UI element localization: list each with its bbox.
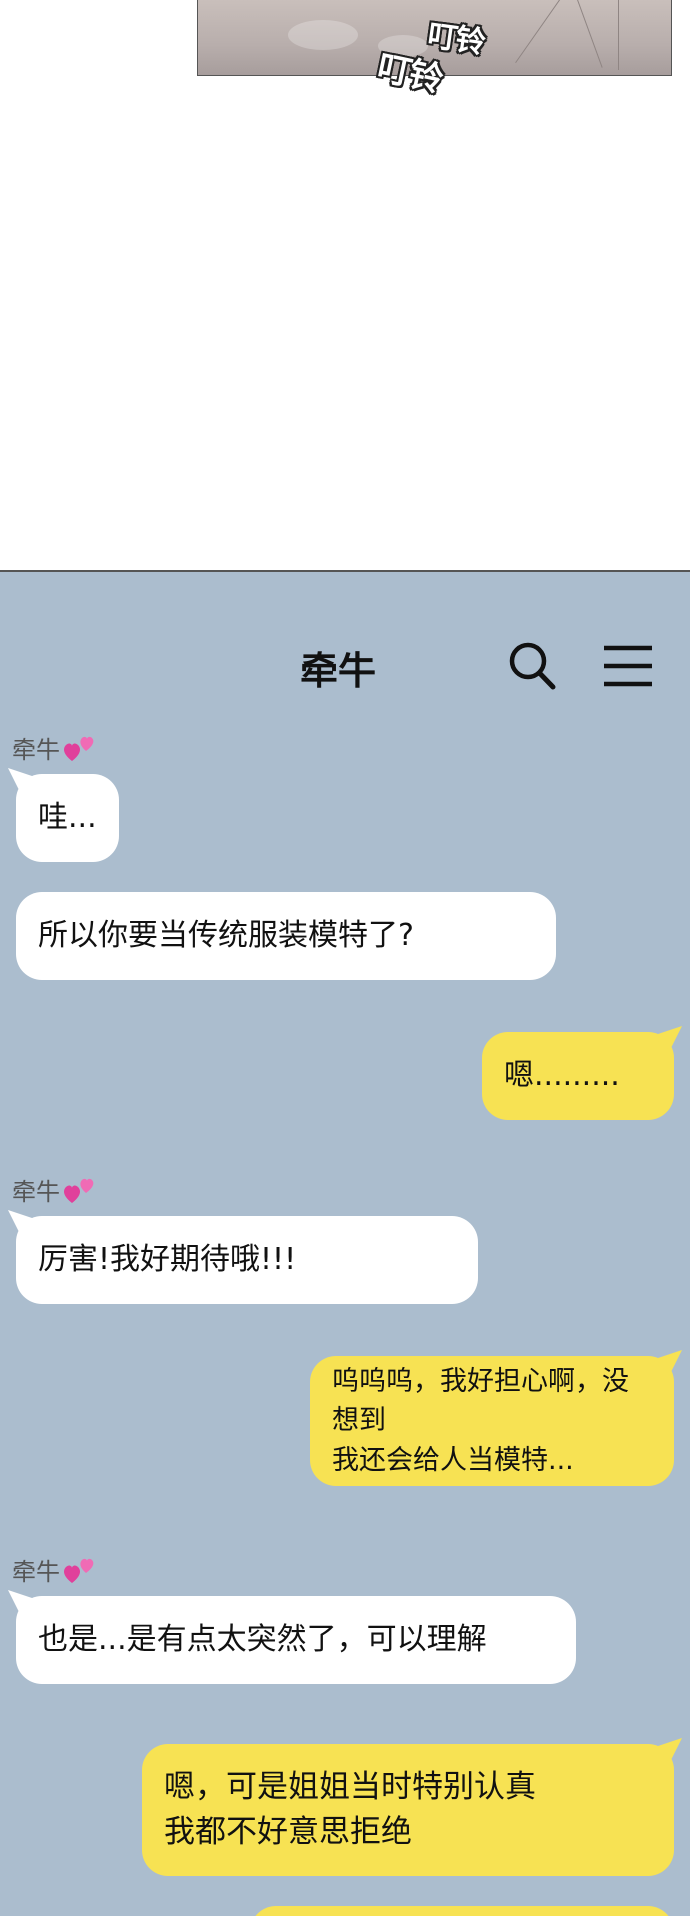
message-bubble-incoming: 也是...是有点太突然了，可以理解 (8, 1590, 576, 1684)
search-icon[interactable] (504, 638, 560, 694)
message-bubble-outgoing: 呜呜呜，我好担心啊，没想到 我还会给人当模特... (310, 1350, 682, 1486)
hearts-icon (64, 736, 94, 761)
message-text: 也是...是有点太突然了，可以理解 (38, 1622, 487, 1658)
sender-name: 牵牛 (12, 1172, 100, 1207)
message-line: 呜呜呜，我好担心啊，没想到 (332, 1366, 629, 1437)
sender-name-text: 牵牛 (12, 1558, 60, 1586)
message-text: 厉害!我好期待哦!!! (38, 1242, 297, 1278)
chat-title: 牵牛 (300, 649, 377, 693)
message-bubble-outgoing: 嗯......... (482, 1026, 682, 1120)
message-bubble-outgoing: 嗯，可是姐姐当时特别认真 我都不好意思拒绝 (142, 1738, 682, 1876)
sender-name-text: 牵牛 (12, 1178, 60, 1206)
message-text: 哇... (38, 800, 97, 836)
message-bubble-incoming: 所以你要当传统服装模特了? (16, 892, 556, 980)
chat-header: 牵牛 (0, 632, 690, 702)
chat-screen: 牵牛 牵牛 哇... 所以你要当传统服装模特了? 嗯......... 牵牛 厉… (0, 572, 690, 1916)
hearts-icon (64, 1558, 94, 1583)
message-bubble-incoming: 厉害!我好期待哦!!! (8, 1210, 478, 1304)
message-text: 所以你要当传统服装模特了? (38, 918, 414, 954)
message-line: 我还会给人当模特... (332, 1444, 574, 1476)
message-line: 我都不好意思拒绝 (164, 1814, 412, 1850)
sender-name: 牵牛 (12, 730, 100, 765)
message-text: 嗯......... (504, 1058, 620, 1094)
hearts-icon (64, 1178, 94, 1203)
message-bubble-incoming: 哇... (8, 768, 119, 862)
message-bubble-outgoing-partial (250, 1906, 674, 1916)
sender-name: 牵牛 (12, 1552, 100, 1587)
sender-name-text: 牵牛 (12, 736, 60, 764)
menu-icon[interactable] (600, 638, 656, 694)
message-line: 嗯，可是姐姐当时特别认真 (164, 1769, 536, 1806)
